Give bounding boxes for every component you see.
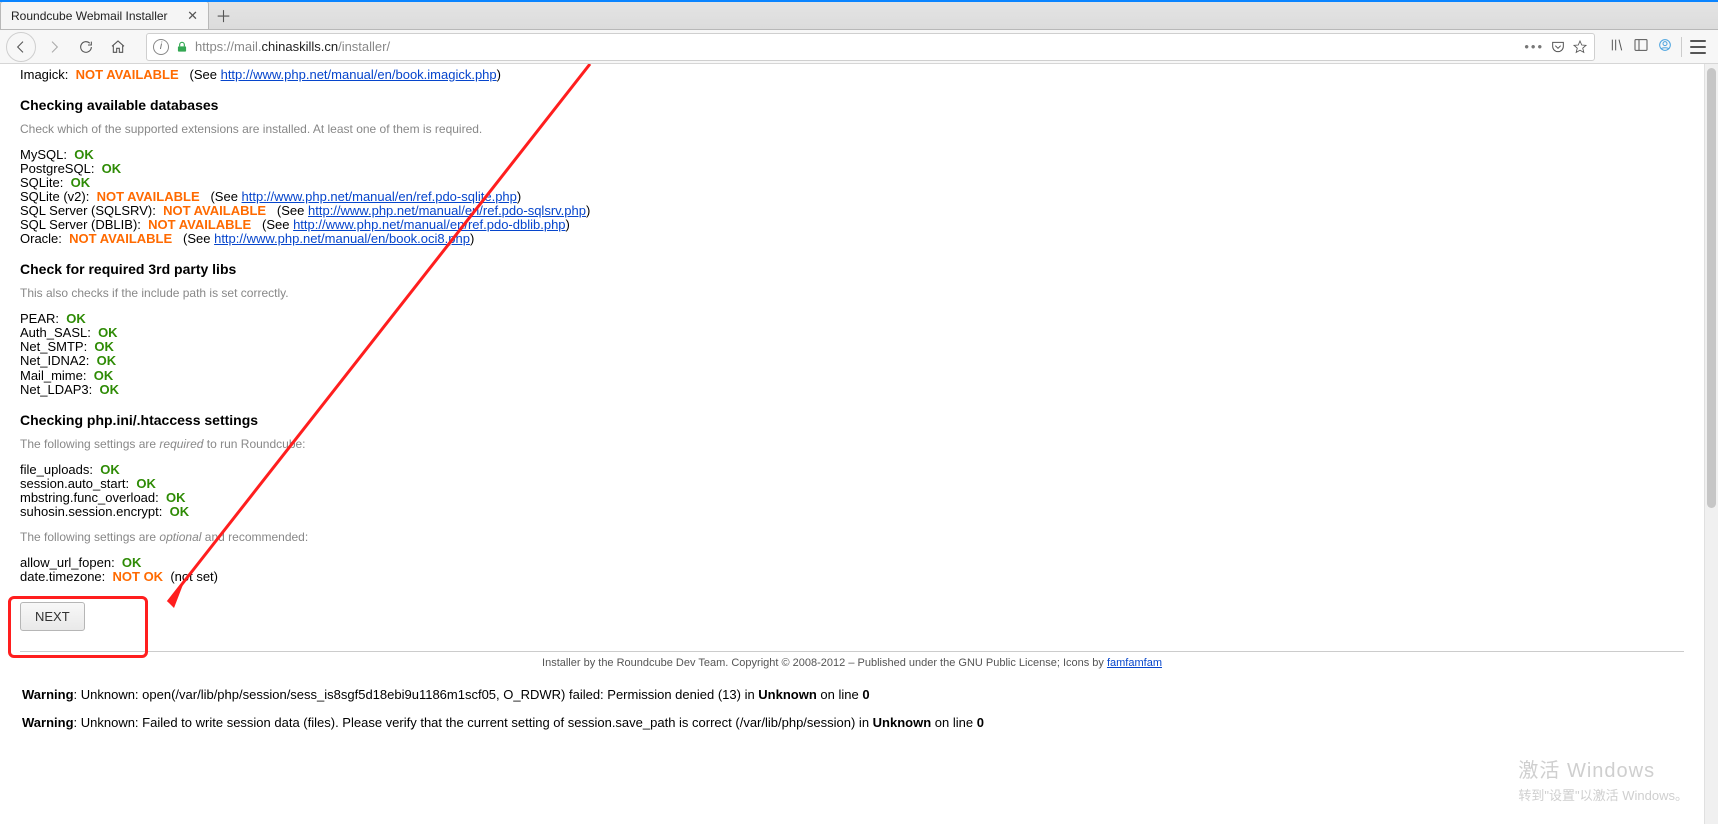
back-button[interactable] [6,32,36,62]
check-dblib: SQL Server (DBLIB): NOT AVAILABLE (See h… [20,218,1684,232]
bookmark-icon[interactable] [1572,39,1588,55]
check-net-idna2: Net_IDNA2: OK [20,354,1684,368]
desc-libs: This also checks if the include path is … [20,287,1684,300]
check-mail-mime: Mail_mime: OK [20,369,1684,383]
check-net-smtp: Net_SMTP: OK [20,340,1684,354]
check-oracle: Oracle: NOT AVAILABLE (See http://www.ph… [20,232,1684,246]
check-suhosin-session-encrypt: suhosin.session.encrypt: OK [20,505,1684,519]
link-dblib[interactable]: http://www.php.net/manual/en/ref.pdo-dbl… [293,217,565,232]
nav-toolbar: i https://mail.chinaskills.cn/installer/… [0,30,1718,64]
heading-databases: Checking available databases [20,98,1684,113]
link-oracle[interactable]: http://www.php.net/manual/en/book.oci8.p… [214,231,470,246]
check-mysql: MySQL: OK [20,148,1684,162]
check-sqlite-v2: SQLite (v2): NOT AVAILABLE (See http://w… [20,190,1684,204]
url-text: https://mail.chinaskills.cn/installer/ [195,39,1518,54]
check-net-ldap3: Net_LDAP3: OK [20,383,1684,397]
check-date-timezone: date.timezone: NOT OK (not set) [20,570,1684,584]
library-icon[interactable] [1609,37,1625,56]
link-famfamfam[interactable]: famfamfam [1107,657,1162,669]
desc-ini-required: The following settings are required to r… [20,438,1684,451]
desc-databases: Check which of the supported extensions … [20,123,1684,136]
tab-title: Roundcube Webmail Installer [11,9,168,23]
installer-page: Imagick: NOT AVAILABLE (See http://www.p… [0,68,1704,730]
site-info-icon[interactable]: i [153,39,169,55]
check-postgres: PostgreSQL: OK [20,162,1684,176]
menu-button[interactable] [1690,40,1706,54]
browser-tab[interactable]: Roundcube Webmail Installer ✕ [0,1,209,29]
heading-ini: Checking php.ini/.htaccess settings [20,413,1684,428]
tab-strip: Roundcube Webmail Installer ✕ ＋ [0,0,1718,30]
lock-icon [175,40,189,54]
vertical-scrollbar[interactable] [1704,64,1718,824]
pocket-icon[interactable] [1550,39,1566,55]
php-warning-2: Warning: Unknown: Failed to write sessio… [22,716,1684,730]
check-pear: PEAR: OK [20,312,1684,326]
check-imagick: Imagick: NOT AVAILABLE (See http://www.p… [20,68,1684,82]
profile-icon[interactable] [1657,37,1673,56]
forward-button[interactable] [40,33,68,61]
check-file-uploads: file_uploads: OK [20,463,1684,477]
link-sqlsrv[interactable]: http://www.php.net/manual/en/ref.pdo-sql… [308,203,586,218]
next-button[interactable]: NEXT [20,602,85,631]
link-sqlite-v2[interactable]: http://www.php.net/manual/en/ref.pdo-sql… [242,189,517,204]
heading-libs: Check for required 3rd party libs [20,262,1684,277]
check-auth-sasl: Auth_SASL: OK [20,326,1684,340]
check-sqlsrv: SQL Server (SQLSRV): NOT AVAILABLE (See … [20,204,1684,218]
new-tab-button[interactable]: ＋ [209,1,239,29]
page-actions-icon[interactable]: ••• [1524,39,1544,54]
check-mbstring-func-overload: mbstring.func_overload: OK [20,491,1684,505]
home-button[interactable] [104,33,132,61]
check-allow-url-fopen: allow_url_fopen: OK [20,556,1684,570]
footer-divider [20,651,1684,652]
close-tab-icon[interactable]: ✕ [186,9,200,23]
php-warning-1: Warning: Unknown: open(/var/lib/php/sess… [22,688,1684,702]
address-bar[interactable]: i https://mail.chinaskills.cn/installer/… [146,33,1595,61]
check-session-auto-start: session.auto_start: OK [20,477,1684,491]
scrollbar-thumb[interactable] [1707,68,1716,508]
link-imagick[interactable]: http://www.php.net/manual/en/book.imagic… [221,67,497,82]
check-sqlite: SQLite: OK [20,176,1684,190]
reload-button[interactable] [72,33,100,61]
sidebar-icon[interactable] [1633,37,1649,56]
desc-ini-optional: The following settings are optional and … [20,531,1684,544]
footer: Installer by the Roundcube Dev Team. Cop… [20,658,1684,670]
